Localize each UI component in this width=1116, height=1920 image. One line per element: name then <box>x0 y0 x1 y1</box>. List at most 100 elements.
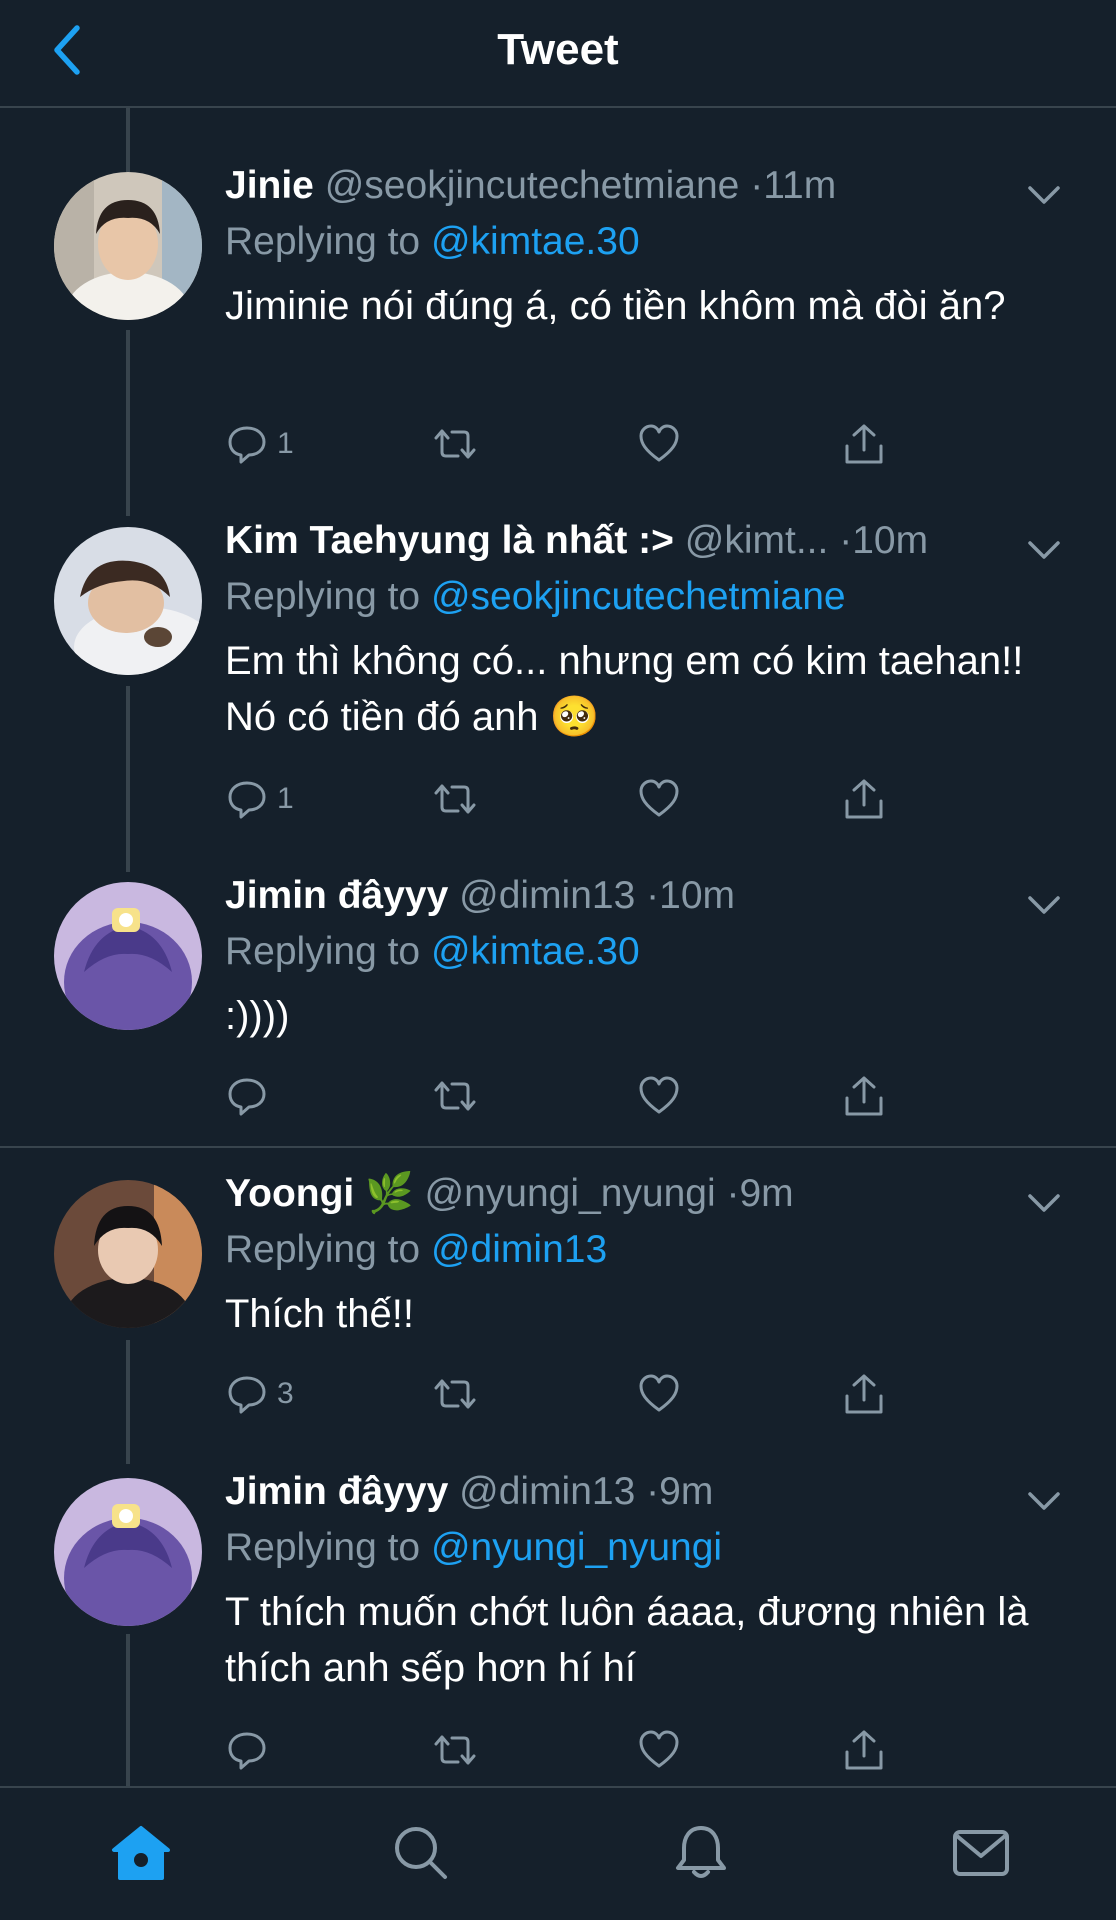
reply-button[interactable]: 1 <box>225 769 294 829</box>
replying-prefix: Replying to <box>225 220 421 263</box>
replying-prefix: Replying to <box>225 575 421 618</box>
replying-to: Replying to @seokjincutechetmiane <box>225 571 1056 623</box>
replying-prefix: Replying to <box>225 1228 421 1271</box>
reply-button[interactable] <box>225 1720 277 1780</box>
separator-dot: · <box>646 874 660 917</box>
share-icon <box>845 424 883 464</box>
avatar[interactable] <box>54 1478 202 1626</box>
replying-prefix: Replying to <box>225 1526 421 1569</box>
like-button[interactable] <box>637 769 681 829</box>
share-button[interactable] <box>842 769 886 829</box>
display-name[interactable]: Jinie <box>225 164 314 207</box>
share-button[interactable] <box>842 1364 886 1424</box>
avatar[interactable] <box>54 172 202 320</box>
like-button[interactable] <box>637 1066 681 1126</box>
tweet-meta: Jinie @seokjincutechetmiane ·11m <box>225 160 1056 212</box>
heart-icon <box>639 1076 679 1114</box>
chevron-down-icon[interactable] <box>1024 535 1064 565</box>
tweet[interactable]: Yoongi 🌿 @nyungi_nyungi ·9m Replying to … <box>0 1168 1116 1468</box>
tab-messages[interactable] <box>946 1818 1016 1888</box>
avatar[interactable] <box>54 527 202 675</box>
reply-icon <box>228 1732 266 1770</box>
tweet-actions <box>225 1720 925 1780</box>
share-button[interactable] <box>842 414 886 474</box>
tweet[interactable]: Jimin đâyyy @dimin13 ·10m Replying to @k… <box>0 870 1116 1140</box>
mention-link[interactable]: @dimin13 <box>431 1228 607 1271</box>
tweet-text: :)))) <box>225 994 290 1038</box>
share-button[interactable] <box>842 1720 886 1780</box>
replying-to: Replying to @nyungi_nyungi <box>225 1522 1056 1574</box>
tab-notifications[interactable] <box>666 1818 736 1888</box>
bell-icon <box>676 1826 726 1878</box>
like-button[interactable] <box>637 1720 681 1780</box>
reply-icon <box>228 1078 266 1116</box>
tweet-actions: 3 <box>225 1364 925 1424</box>
thread-divider <box>0 1146 1116 1148</box>
mention-link[interactable]: @nyungi_nyungi <box>431 1526 722 1569</box>
mention-link[interactable]: @kimtae.30 <box>431 930 640 973</box>
home-icon <box>112 1826 170 1880</box>
chevron-down-icon[interactable] <box>1024 890 1064 920</box>
like-button[interactable] <box>637 1364 681 1424</box>
bottom-tab-bar <box>0 1786 1116 1920</box>
share-icon <box>845 1730 883 1770</box>
mail-icon <box>953 1830 1009 1876</box>
heart-icon <box>639 424 679 462</box>
replying-to: Replying to @kimtae.30 <box>225 216 1056 268</box>
tweet-meta: Kim Taehyung là nhất :> @kimt... ·10m <box>225 515 1056 567</box>
retweet-icon <box>434 429 476 459</box>
retweet-button[interactable] <box>430 1720 480 1780</box>
reply-button[interactable]: 1 <box>225 414 294 474</box>
avatar[interactable] <box>54 882 202 1030</box>
timestamp: 9m <box>659 1470 714 1513</box>
display-name[interactable]: Jimin đâyyy <box>225 1470 448 1513</box>
retweet-button[interactable] <box>430 769 480 829</box>
user-handle[interactable]: @dimin13 <box>459 1470 635 1513</box>
retweet-icon <box>434 1081 476 1111</box>
separator-dot: · <box>726 1172 740 1215</box>
display-name[interactable]: Kim Taehyung là nhất :> <box>225 519 674 562</box>
reply-icon <box>228 1376 266 1414</box>
share-icon <box>845 779 883 819</box>
retweet-icon <box>434 1379 476 1409</box>
user-handle[interactable]: @seokjincutechetmiane <box>325 164 740 207</box>
mention-link[interactable]: @kimtae.30 <box>431 220 640 263</box>
user-handle[interactable]: @dimin13 <box>459 874 635 917</box>
timestamp: 11m <box>763 164 837 207</box>
timestamp: 10m <box>659 874 736 917</box>
tweet-text: Thích thế!! <box>225 1292 414 1336</box>
display-name[interactable]: Yoongi 🌿 <box>225 1172 414 1215</box>
reply-icon <box>228 426 266 464</box>
replying-to: Replying to @dimin13 <box>225 1224 1056 1276</box>
chevron-down-icon[interactable] <box>1024 1188 1064 1218</box>
share-button[interactable] <box>842 1066 886 1126</box>
tweet-meta: Yoongi 🌿 @nyungi_nyungi ·9m <box>225 1168 1056 1220</box>
reply-button[interactable]: 3 <box>225 1364 294 1424</box>
tweet[interactable]: Kim Taehyung là nhất :> @kimt... ·10m Re… <box>0 515 1116 875</box>
display-name[interactable]: Jimin đâyyy <box>225 874 448 917</box>
heart-icon <box>639 779 679 817</box>
like-button[interactable] <box>637 414 681 474</box>
user-handle[interactable]: @kimt... <box>685 519 829 562</box>
tab-home[interactable] <box>106 1818 176 1888</box>
search-icon <box>395 1827 447 1879</box>
reply-button[interactable] <box>225 1066 277 1126</box>
heart-icon <box>639 1730 679 1768</box>
retweet-button[interactable] <box>430 414 480 474</box>
tweet-actions <box>225 1066 925 1126</box>
chevron-down-icon[interactable] <box>1024 180 1064 210</box>
tab-search[interactable] <box>386 1818 456 1888</box>
user-handle[interactable]: @nyungi_nyungi <box>424 1172 715 1215</box>
tweet-text: Em thì không có... nhưng em có kim taeha… <box>225 639 1024 739</box>
tweet[interactable]: Jinie @seokjincutechetmiane ·11m Replyin… <box>0 160 1116 520</box>
tweet[interactable]: Jimin đâyyy @dimin13 ·9m Replying to @ny… <box>0 1466 1116 1786</box>
replying-prefix: Replying to <box>225 930 421 973</box>
retweet-button[interactable] <box>430 1364 480 1424</box>
separator-dot: · <box>839 519 853 562</box>
tweet-actions: 1 <box>225 414 925 474</box>
avatar[interactable] <box>54 1180 202 1328</box>
retweet-button[interactable] <box>430 1066 480 1126</box>
mention-link[interactable]: @seokjincutechetmiane <box>431 575 846 618</box>
tweet-actions: 1 <box>225 769 925 829</box>
chevron-down-icon[interactable] <box>1024 1486 1064 1516</box>
